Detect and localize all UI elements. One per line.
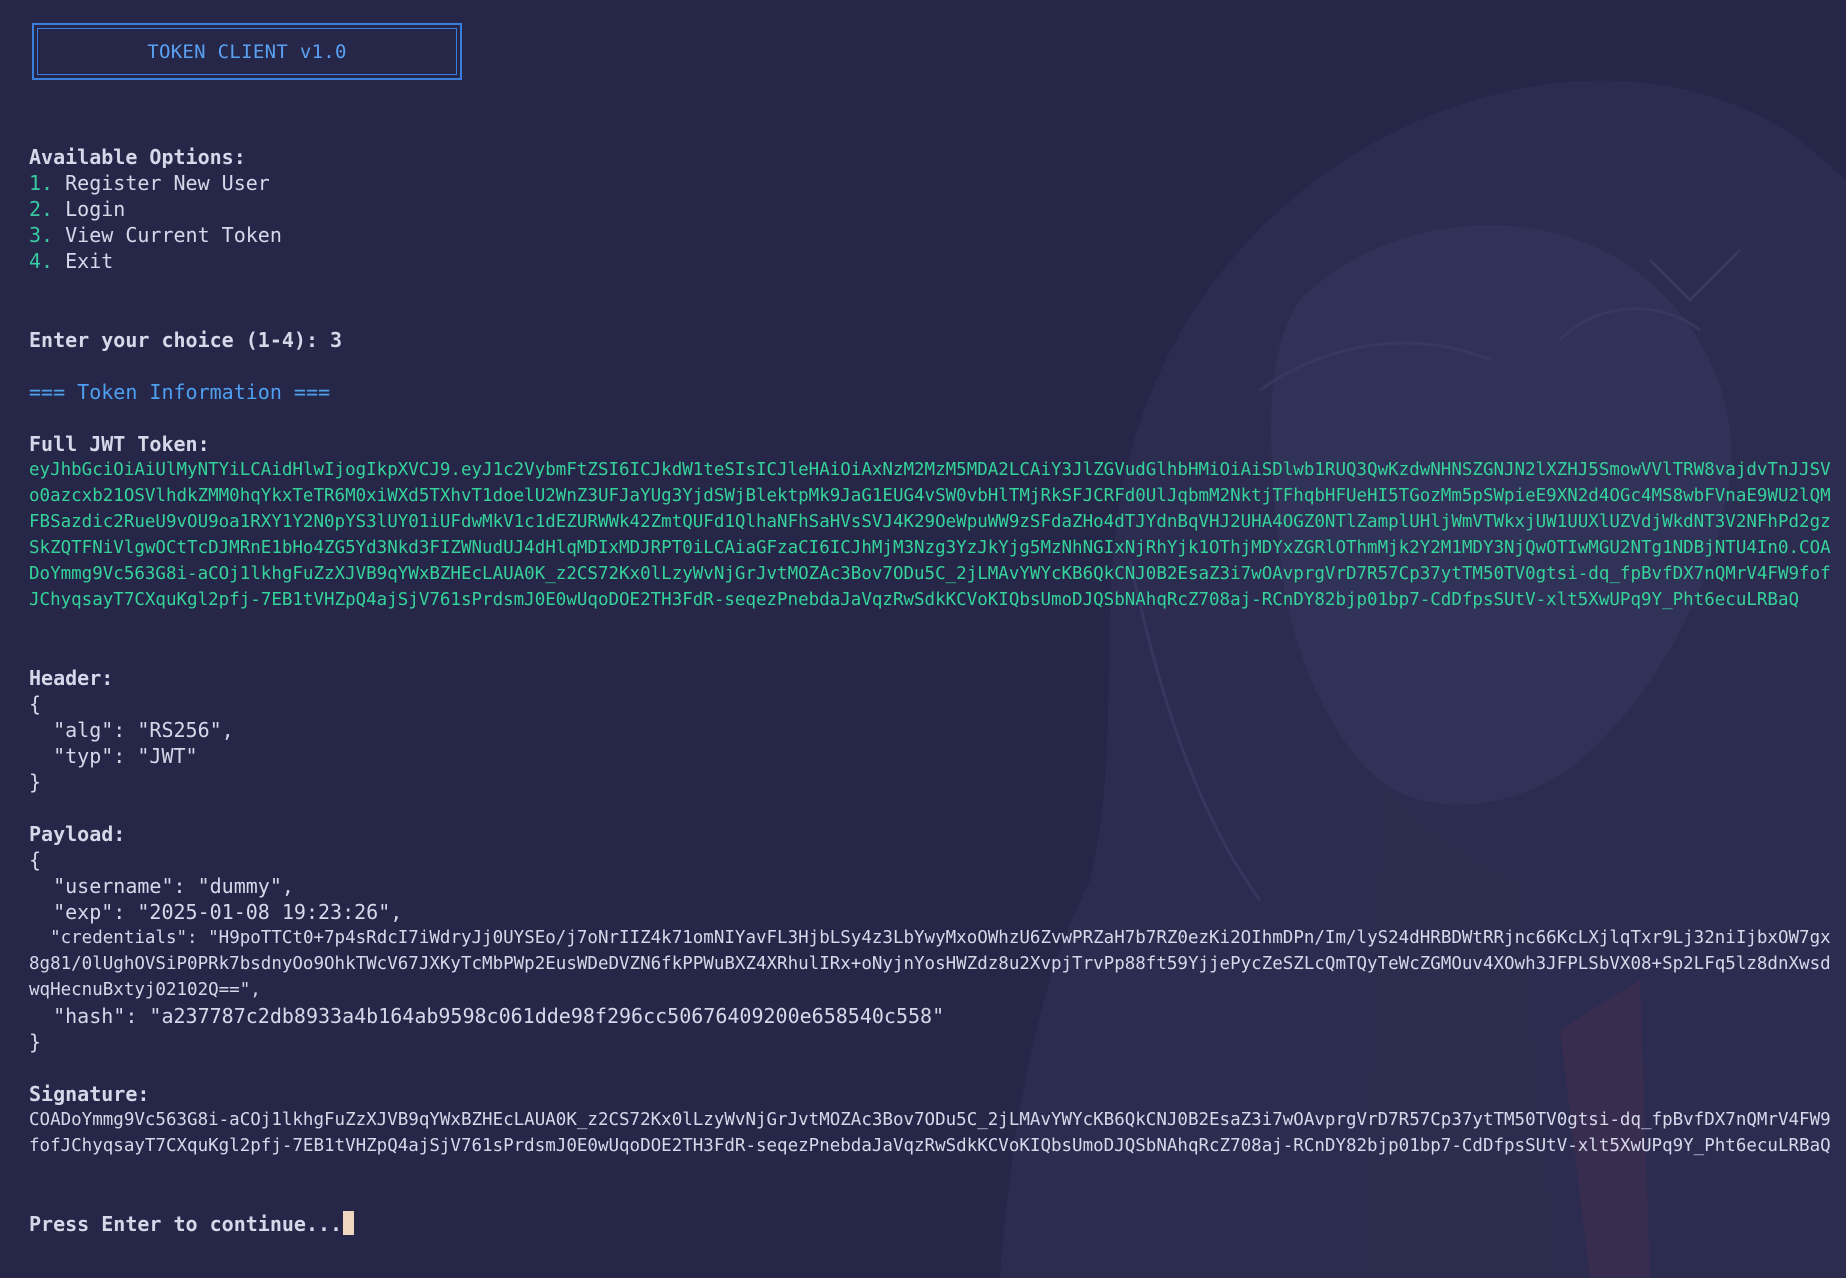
option-number: 2. [29,197,54,221]
continue-prompt-text: Press Enter to continue... [29,1212,343,1236]
payload-exp: "exp": "2025-01-08 19:23:26", [29,900,403,924]
continue-prompt[interactable]: Press Enter to continue... [29,1211,355,1237]
choice-prompt-text: Enter your choice (1-4): [29,328,318,352]
choice-prompt: Enter your choice (1-4): 3 [29,327,342,353]
full-jwt-token: eyJhbGciOiAiUlMyNTYiLCAidHlwIjogIkpXVCJ9… [29,460,1831,610]
signature-label: Signature: [29,1082,150,1106]
payload-username: "username": "dummy", [29,874,294,898]
signature-value: COADoYmmg9Vc563G8i-aCOj1lkhgFuZzXJVB9qYW… [29,1110,1831,1156]
header-json-line: { [29,692,42,716]
payload-label: Payload: [29,822,126,846]
header-json-line: "alg": "RS256", [29,718,234,742]
payload-json-line: { [29,848,42,872]
menu-option: 3. View Current Token [29,222,282,248]
background-wallpaper [1000,80,1846,1278]
payload-hash: "hash": "a237787c2db8933a4b164ab9598c061… [29,1004,945,1028]
full-token-label: Full JWT Token: [29,432,210,456]
option-label: Login [65,197,126,221]
payload-json-line: } [29,1030,42,1054]
text-cursor[interactable] [343,1211,355,1235]
header-json-line: } [29,770,42,794]
menu-heading: Available Options: [29,145,246,169]
option-number: 4. [29,249,54,273]
app-banner: TOKEN CLIENT v1.0 [32,23,462,80]
option-label: View Current Token [65,223,282,247]
choice-value: 3 [330,328,343,352]
app-title: TOKEN CLIENT v1.0 [147,40,347,63]
token-info-heading: === Token Information === [29,380,331,404]
option-label: Exit [65,249,114,273]
menu-option: 1. Register New User [29,170,270,196]
option-label: Register New User [65,171,270,195]
menu-option: 4. Exit [29,248,113,274]
payload-credentials: "credentials": "H9poTTCt0+7p4sRdcI7iWdry… [29,928,1831,1000]
header-label: Header: [29,666,114,690]
menu-option: 2. Login [29,196,125,222]
header-json-line: "typ": "JWT" [29,744,198,768]
option-number: 1. [29,171,54,195]
option-number: 3. [29,223,54,247]
